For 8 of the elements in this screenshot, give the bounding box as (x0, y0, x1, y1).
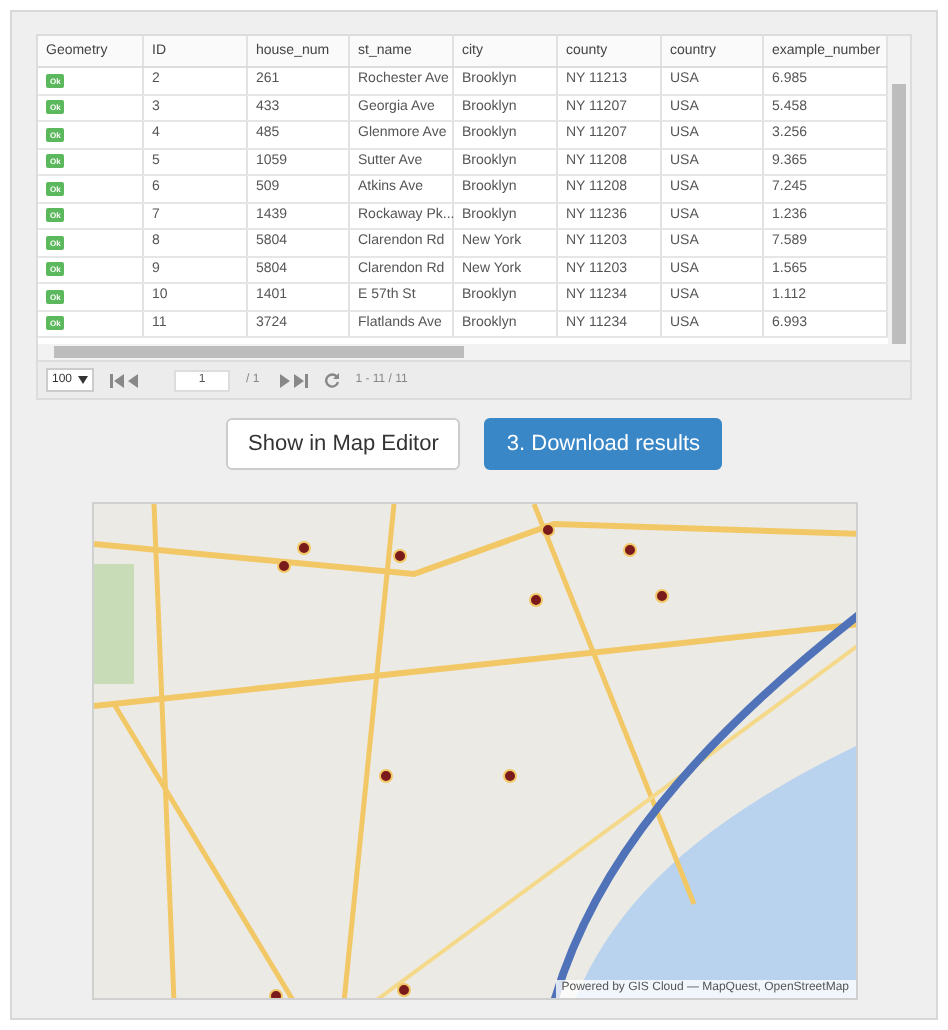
caret-icon (78, 376, 89, 384)
map-editor-button[interactable]: Show in Map Editor (226, 418, 461, 470)
refresh-icon[interactable] (323, 372, 340, 388)
last-page-icon[interactable] (275, 373, 308, 387)
first-page-icon[interactable] (110, 373, 143, 387)
vertical-scrollbar[interactable] (888, 36, 910, 344)
horizontal-scrollbar[interactable] (38, 344, 910, 360)
download-button[interactable]: 3. Download results (484, 418, 722, 470)
